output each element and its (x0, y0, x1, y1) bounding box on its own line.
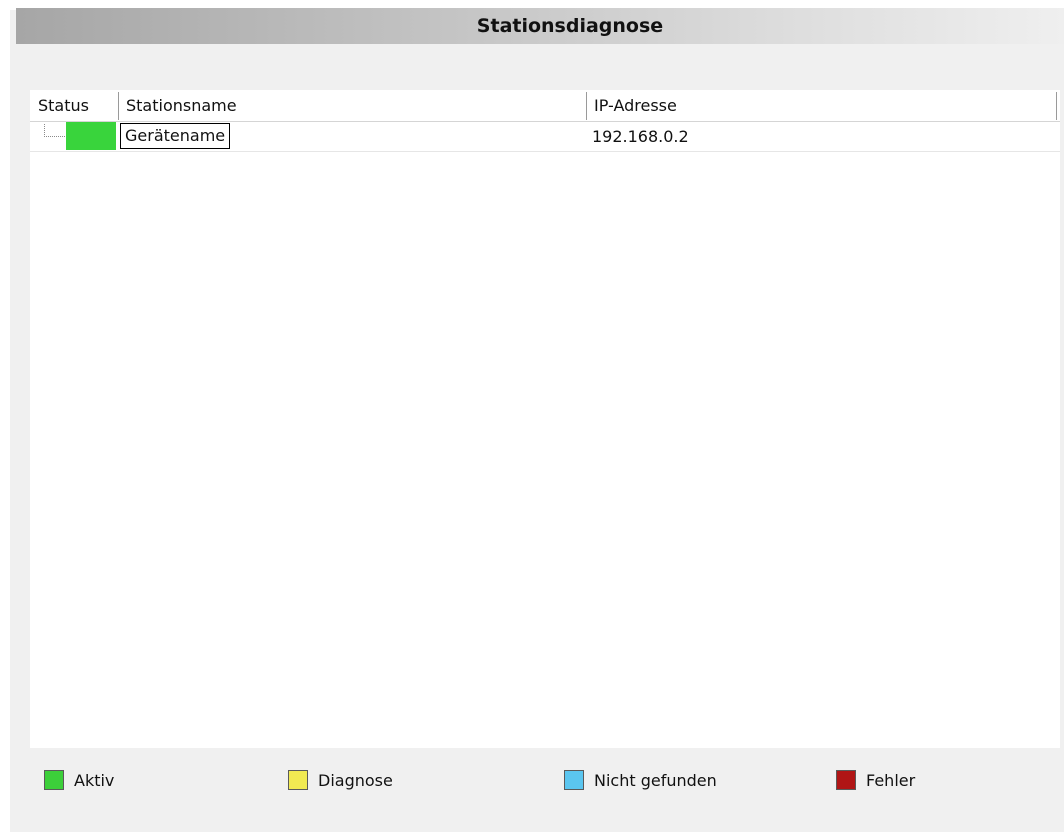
station-diagnosis-window: Stationsdiagnose Status Stationsname IP-… (0, 0, 1064, 832)
legend-label-diagnosis: Diagnose (318, 771, 393, 790)
legend-swatch-diagnosis (288, 770, 308, 790)
status-indicator (66, 122, 116, 150)
column-header-station-name[interactable]: Stationsname (120, 90, 584, 122)
list-header: Status Stationsname IP-Adresse (30, 90, 1060, 122)
legend-swatch-error (836, 770, 856, 790)
column-divider[interactable] (1056, 92, 1057, 120)
title-bar: Stationsdiagnose (16, 8, 1064, 44)
station-name-cell[interactable]: Gerätename (120, 123, 231, 149)
station-list[interactable]: Status Stationsname IP-Adresse Gerätenam… (30, 90, 1060, 748)
legend-label-error: Fehler (866, 771, 916, 790)
page-title: Stationsdiagnose (476, 15, 664, 37)
legend-swatch-active (44, 770, 64, 790)
legend-swatch-not-found (564, 770, 584, 790)
column-header-status[interactable]: Status (32, 90, 118, 122)
table-row[interactable]: Gerätename 192.168.0.2 (30, 122, 1060, 152)
legend-label-active: Aktiv (74, 771, 115, 790)
ip-address-cell: 192.168.0.2 (592, 127, 689, 146)
column-divider[interactable] (586, 92, 587, 120)
legend-label-not-found: Nicht gefunden (594, 771, 717, 790)
column-divider[interactable] (118, 92, 119, 120)
tree-connector (44, 124, 65, 137)
column-header-ip-address[interactable]: IP-Adresse (588, 90, 1056, 122)
